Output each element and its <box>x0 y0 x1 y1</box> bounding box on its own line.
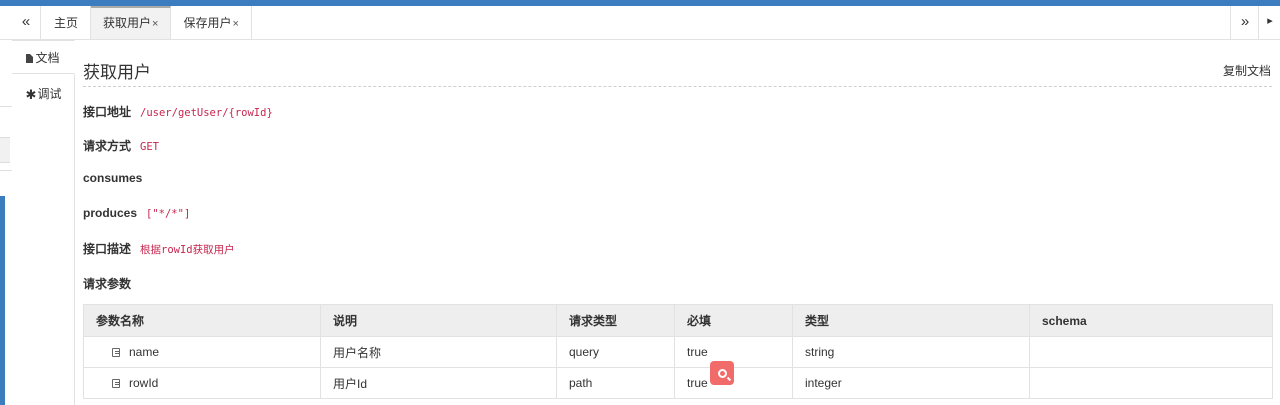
param-desc-cell: 用户Id <box>320 367 557 399</box>
table-row[interactable]: rowId 用户Id path true integer <box>83 367 1273 399</box>
tab-scroll-left-button[interactable]: « <box>12 6 41 39</box>
field-description-label: 接口描述 <box>83 242 132 256</box>
field-description-value: 根据rowId获取用户 <box>140 244 235 256</box>
page-title: 获取用户 <box>83 63 151 82</box>
list-icon <box>112 348 120 357</box>
tab-home-label: 主页 <box>54 16 79 30</box>
param-in-cell: path <box>556 367 675 399</box>
param-name-cell: name <box>83 336 321 368</box>
field-method-value: GET <box>140 141 159 153</box>
column-header: 类型 <box>792 304 1030 337</box>
background-divider <box>0 106 12 107</box>
param-desc-cell: 用户名称 <box>320 336 557 368</box>
bug-icon: ✱ <box>25 87 37 102</box>
tab-scroll-right-button[interactable]: » <box>1230 6 1259 39</box>
table-header-row: 参数名称 说明 请求类型 必填 类型 schema <box>83 304 1273 337</box>
field-method-label: 请求方式 <box>83 139 132 153</box>
tab-get-user-label: 获取用户 <box>103 16 152 30</box>
column-header: 参数名称 <box>83 304 321 337</box>
field-url-value: /user/getUser/{rowId} <box>140 107 273 119</box>
column-header: schema <box>1029 304 1273 337</box>
search-button[interactable] <box>710 361 734 385</box>
request-params-heading: 请求参数 <box>83 277 132 291</box>
search-icon <box>717 369 727 378</box>
field-description: 接口描述 根据rowId获取用户 <box>83 240 235 257</box>
left-accent-strip <box>0 196 5 405</box>
background-panel-edge <box>0 137 10 163</box>
side-tab-debug[interactable]: ✱调试 <box>12 77 75 111</box>
field-url-label: 接口地址 <box>83 105 132 119</box>
tab-bar: « 主页 获取用户× 保存用户× » ▸ <box>0 6 1280 40</box>
field-consumes: consumes <box>83 171 151 185</box>
column-header: 请求类型 <box>556 304 675 337</box>
field-method: 请求方式 GET <box>83 137 159 154</box>
list-icon <box>112 379 120 388</box>
field-produces-value: ["*/*"] <box>146 208 191 220</box>
side-tab-doc-label: 文档 <box>35 51 60 65</box>
close-icon[interactable]: × <box>152 18 158 30</box>
param-schema-cell <box>1029 336 1273 368</box>
side-tab-doc[interactable]: 文档 <box>12 40 75 74</box>
column-header: 说明 <box>320 304 557 337</box>
field-consumes-label: consumes <box>83 171 143 185</box>
tab-list: 主页 获取用户× 保存用户× <box>42 6 252 39</box>
copy-doc-button[interactable]: 复制文档 <box>1223 62 1271 79</box>
param-name-cell: rowId <box>83 367 321 399</box>
column-header: 必填 <box>674 304 793 337</box>
param-in-cell: query <box>556 336 675 368</box>
param-type-cell: string <box>792 336 1030 368</box>
file-icon <box>26 54 34 63</box>
tab-menu-button[interactable]: ▸ <box>1258 6 1280 39</box>
tab-save-user[interactable]: 保存用户× <box>171 6 252 39</box>
param-name: name <box>129 345 160 359</box>
param-type-cell: integer <box>792 367 1030 399</box>
doc-side-tabs: 文档 ✱调试 <box>12 40 75 405</box>
param-schema-cell <box>1029 367 1273 399</box>
field-produces: produces ["*/*"] <box>83 206 190 220</box>
doc-header: 获取用户 复制文档 <box>83 54 1272 87</box>
tab-home[interactable]: 主页 <box>42 6 92 39</box>
field-produces-label: produces <box>83 206 138 220</box>
table-row[interactable]: name 用户名称 query true string <box>83 336 1273 368</box>
param-name: rowId <box>129 376 159 390</box>
close-icon[interactable]: × <box>232 18 238 30</box>
field-params: 请求参数 <box>83 275 131 292</box>
tab-get-user[interactable]: 获取用户× <box>91 6 172 39</box>
field-url: 接口地址/user/getUser/{rowId} <box>83 103 273 120</box>
side-tab-debug-label: 调试 <box>37 87 62 101</box>
tab-save-user-label: 保存用户 <box>183 16 232 30</box>
background-divider <box>0 170 12 171</box>
request-params-table: 参数名称 说明 请求类型 必填 类型 schema name 用户名称 quer… <box>83 304 1273 399</box>
